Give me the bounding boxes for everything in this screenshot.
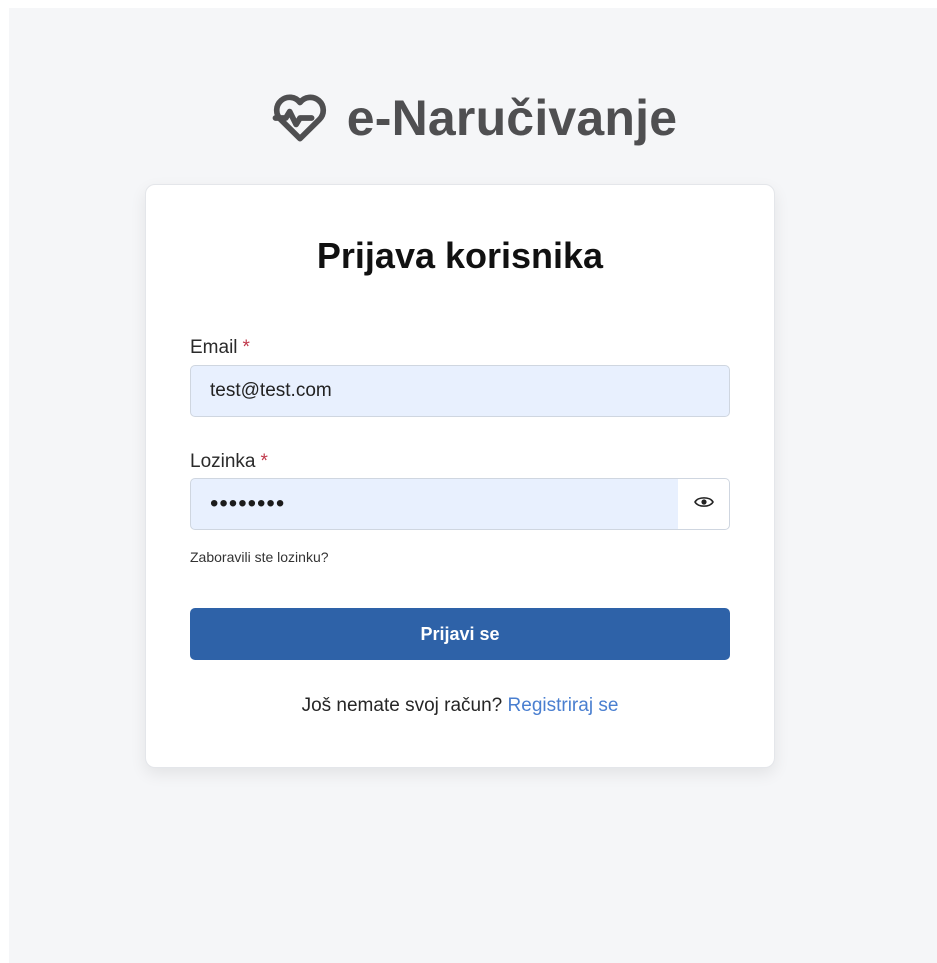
email-field[interactable]: test@test.com xyxy=(190,365,730,417)
login-button[interactable]: Prijavi se xyxy=(190,608,730,660)
email-label: Email * xyxy=(190,337,250,359)
register-prompt: Još nemate svoj račun? Registriraj se xyxy=(146,695,774,717)
show-password-button[interactable] xyxy=(678,478,730,530)
email-field-value: test@test.com xyxy=(210,380,332,401)
email-required-marker: * xyxy=(242,337,250,358)
login-card: Prijava korisnika Email * test@test.com L… xyxy=(145,184,775,768)
password-label-text: Lozinka xyxy=(190,451,256,472)
register-prompt-text: Još nemate svoj račun? xyxy=(301,695,503,716)
eye-icon xyxy=(693,495,714,514)
forgot-password-link[interactable]: Zaboravili ste lozinku? xyxy=(190,549,329,565)
register-link[interactable]: Registriraj se xyxy=(508,695,619,716)
password-field[interactable]: •••••••• xyxy=(190,478,679,530)
brand-name: e-Naručivanje xyxy=(346,90,678,146)
login-title: Prijava korisnika xyxy=(316,235,604,276)
password-label: Lozinka * xyxy=(190,451,268,473)
password-required-marker: * xyxy=(260,451,268,472)
email-label-text: Email xyxy=(190,337,238,358)
password-field-value: •••••••• xyxy=(210,490,286,517)
heart-pulse-icon xyxy=(269,87,331,149)
brand-header: e-Naručivanje xyxy=(9,88,937,148)
login-page: e-Naručivanje Prijava korisnika Email * t… xyxy=(9,8,937,963)
